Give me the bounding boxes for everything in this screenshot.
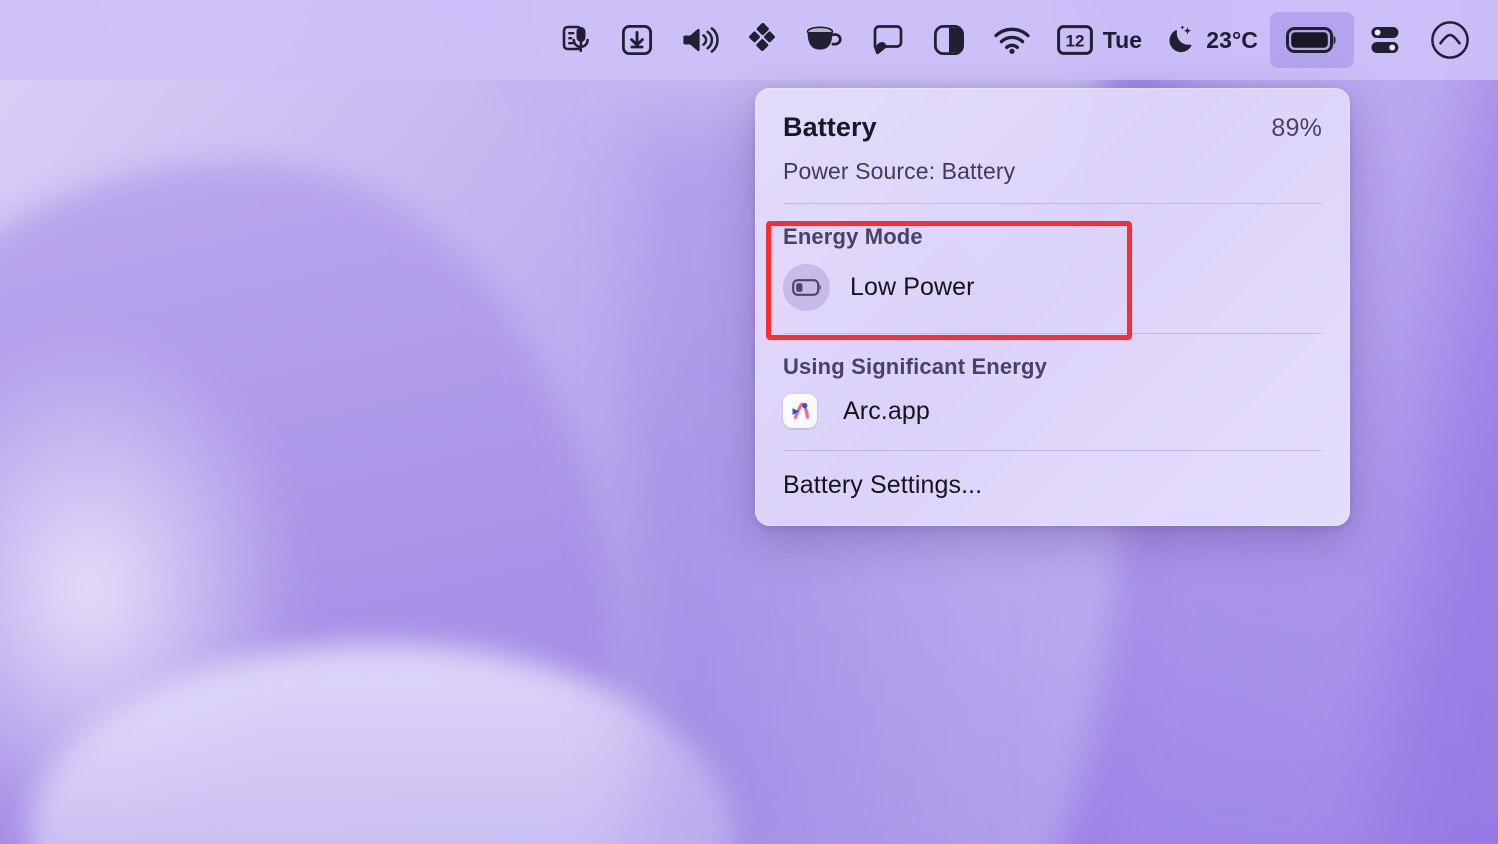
weather-temperature-label: 23°C [1206,26,1258,53]
downloads-icon[interactable] [607,12,667,68]
calendar-weekday-label: Tue [1102,26,1143,53]
calendar-icon: 12 [1056,25,1093,55]
calendar-date-item[interactable]: 12 Tue [1045,12,1154,68]
screenshot-icon[interactable] [857,12,919,68]
dropbox-icon[interactable] [733,12,791,68]
significant-energy-section-title: Using Significant Energy [783,354,1047,379]
battery-percentage-label: 89% [1271,114,1322,142]
power-source-label: Power Source: Battery [783,158,1016,184]
amphetamine-icon[interactable] [791,12,857,68]
arc-app-icon [783,394,817,428]
wifi-icon[interactable] [979,12,1045,68]
energy-mode-section-title: Energy Mode [783,224,923,249]
battery-settings-row[interactable]: Battery Settings... [755,451,1350,522]
menu-bar-status-items: 12 Tue 23°C [545,0,1484,80]
calendar-day-number: 12 [1065,32,1084,51]
significant-energy-app-label: Arc.app [843,396,930,425]
list-item[interactable]: Arc.app [783,394,1322,428]
battery-icon[interactable] [1270,12,1354,68]
energy-mode-section: Energy Mode Low Power [755,204,1350,311]
control-center-icon[interactable] [1354,12,1416,68]
dictation-transcription-icon[interactable] [545,12,607,68]
battery-panel-header-section: Battery 89% Power Source: Battery [755,88,1350,185]
menu-bar: 12 Tue 23°C [0,0,1498,80]
moon-stars-icon [1166,24,1198,56]
battery-menu-panel: Battery 89% Power Source: Battery Energy… [755,88,1350,526]
significant-energy-section: Using Significant Energy Arc.app [755,334,1350,428]
low-battery-icon [783,264,830,311]
volume-icon[interactable] [667,12,733,68]
appearance-icon[interactable] [919,12,979,68]
energy-mode-selected-label: Low Power [850,273,975,301]
battery-panel-title: Battery [783,112,877,142]
battery-settings-label: Battery Settings... [783,471,983,499]
weather-item[interactable]: 23°C [1154,12,1270,68]
energy-mode-row[interactable]: Low Power [783,264,1322,311]
siri-icon[interactable] [1416,12,1484,68]
battery-header-row: Battery 89% [783,88,1322,143]
